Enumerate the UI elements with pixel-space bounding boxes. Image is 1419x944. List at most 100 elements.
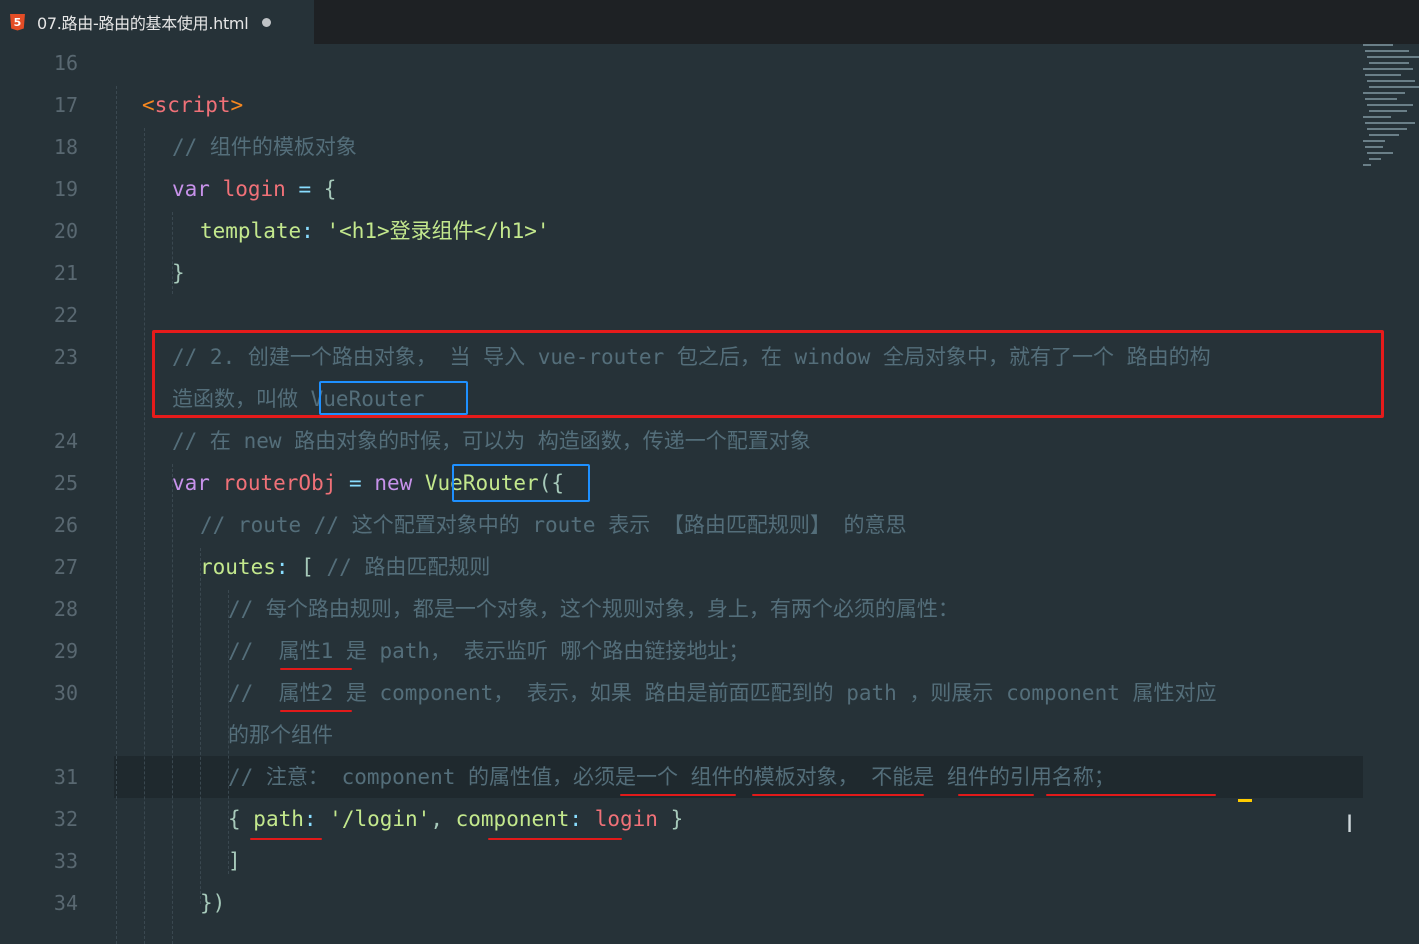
code-token: { [228, 807, 254, 831]
code-text: } [172, 252, 185, 294]
code-line[interactable]: 29 // 属性1 是 path， 表示监听 哪个路由链接地址； [0, 630, 1363, 672]
line-number: 33 [53, 849, 78, 873]
unsaved-dot-icon[interactable] [262, 17, 272, 27]
code-token: // 在 new 路由对象的时候，可以为 构造函数，传递一个配置对象 [172, 429, 811, 453]
code-token: : [301, 219, 327, 243]
code-token: [ [301, 555, 327, 579]
code-line[interactable]: 24 // 在 new 路由对象的时候，可以为 构造函数，传递一个配置对象 [0, 420, 1363, 462]
code-text: // 每个路由规则，都是一个对象，这个规则对象，身上，有两个必须的属性： [228, 588, 959, 630]
code-text: routes: [ // 路由匹配规则 [200, 546, 490, 588]
code-line[interactable]: 32 { path: '/login', component: login } [0, 798, 1363, 840]
code-text: 的那个组件 [228, 714, 333, 756]
line-number: 29 [53, 639, 78, 663]
line-number: 28 [53, 597, 78, 621]
underline-reference-name [1046, 794, 1216, 796]
code-text: // 属性1 是 path， 表示监听 哪个路由链接地址； [228, 630, 749, 672]
code-line[interactable]: 20 template: '<h1>登录组件</h1>' [0, 210, 1363, 252]
code-token: = [285, 177, 324, 201]
code-token: template [200, 219, 302, 243]
code-token: ] [228, 849, 241, 873]
indent-guide [172, 464, 173, 944]
indent-guide [200, 548, 201, 904]
code-line[interactable]: 18 // 组件的模板对象 [0, 126, 1363, 168]
code-token: > [230, 93, 244, 117]
code-token: routerObj [222, 471, 337, 495]
code-token: }) [200, 891, 226, 915]
code-token: // 注意： component 的属性值，必须是一个 组件的模板对象， 不能是… [228, 765, 1115, 789]
code-area[interactable]: 16 17 <script> 18// 组件的模板对象 19 var login = {2… [0, 44, 1419, 944]
code-line[interactable]: 25 var routerObj = new VueRouter({ [0, 462, 1363, 504]
code-text: // 注意： component 的属性值，必须是一个 组件的模板对象， 不能是… [228, 756, 1115, 798]
underline-path [250, 838, 322, 840]
code-token: var [172, 471, 223, 495]
code-token: { [323, 177, 337, 201]
code-line[interactable]: 30 // 属性2 是 component， 表示，如果 路由是前面匹配到的 pa… [0, 672, 1363, 714]
underline-must-be [620, 794, 736, 796]
tab-file[interactable]: 5 07.路由-路由的基本使用.html [0, 0, 314, 44]
code-line[interactable]: 28 // 每个路由规则，都是一个对象，这个规则对象，身上，有两个必须的属性： [0, 588, 1363, 630]
code-token: < [142, 93, 155, 117]
tab-title: 07.路由-路由的基本使用.html [37, 14, 249, 33]
code-token: : [303, 807, 330, 831]
ibeam-cursor-icon: I [1346, 810, 1354, 838]
code-token: // 每个路由规则，都是一个对象，这个规则对象，身上，有两个必须的属性： [228, 597, 959, 621]
code-token: path [253, 807, 304, 831]
code-token: '/login' [329, 807, 431, 831]
code-token: 的那个组件 [228, 723, 333, 747]
underline-attr2 [280, 710, 352, 712]
code-text: <script> [142, 84, 243, 126]
annotation-blue-box-code [452, 464, 590, 502]
code-line[interactable]: 34}) [0, 882, 1363, 924]
code-token: new [374, 471, 425, 495]
code-editor-window: 5 07.路由-路由的基本使用.html 16 17 <script> 18 // 组件… [0, 0, 1419, 944]
code-text: template: '<h1>登录组件</h1>' [200, 210, 550, 252]
code-text: // 组件的模板对象 [172, 126, 357, 168]
line-number: 17 [53, 93, 78, 117]
code-line[interactable]: 27 routes: [ // 路由匹配规则 [0, 546, 1363, 588]
indent-guide [172, 212, 173, 294]
html5-icon: 5 [10, 13, 25, 31]
code-line[interactable]: 31 // 注意： component 的属性值，必须是一个 组件的模板对象， 不… [0, 756, 1363, 798]
line-number: 22 [53, 303, 78, 327]
tab-bar: 5 07.路由-路由的基本使用.html [0, 0, 1419, 44]
code-token: = [336, 471, 375, 495]
line-number: 26 [53, 513, 78, 537]
text-caret [1238, 799, 1252, 802]
line-number: 21 [53, 261, 78, 285]
code-text: { path: '/login', component: login } [228, 798, 683, 840]
underline-cannot-be [958, 794, 1034, 796]
line-number: 25 [53, 471, 78, 495]
line-number: 18 [53, 135, 78, 159]
line-number: 34 [53, 891, 78, 915]
code-token: , [430, 807, 456, 831]
code-token: } [172, 261, 185, 285]
code-line[interactable]: 21} [0, 252, 1363, 294]
code-token: routes [200, 555, 276, 579]
line-number: 27 [53, 555, 78, 579]
code-token: // 属性2 是 component， 表示，如果 路由是前面匹配到的 path… [228, 681, 1217, 705]
code-line[interactable]: 的那个组件 [0, 714, 1363, 756]
code-line[interactable]: 16 [0, 42, 1363, 84]
code-token: '<h1>登录组件</h1>' [326, 219, 550, 243]
code-token: // 组件的模板对象 [172, 135, 357, 159]
code-token: : [569, 807, 595, 831]
code-line[interactable]: 17 <script> [0, 84, 1363, 126]
line-number: 16 [53, 51, 78, 75]
code-token: component [455, 807, 570, 831]
code-token: // 路由匹配规则 [326, 555, 491, 579]
code-line[interactable]: 26 // route // 这个配置对象中的 route 表示 【路由匹配规则】… [0, 504, 1363, 546]
line-number: 32 [53, 807, 78, 831]
annotation-blue-box-comment [319, 381, 468, 415]
code-text: }) [200, 882, 225, 924]
line-number: 23 [53, 345, 78, 369]
indent-guide [144, 128, 145, 944]
line-number: 20 [53, 219, 78, 243]
code-text: ] [228, 840, 241, 882]
code-line[interactable]: 33] [0, 840, 1363, 882]
underline-component [488, 838, 622, 840]
code-token: } [657, 807, 684, 831]
underline-attr1 [280, 668, 352, 670]
code-token: var [172, 177, 223, 201]
indent-guide [116, 86, 117, 944]
code-line[interactable]: 19 var login = { [0, 168, 1363, 210]
